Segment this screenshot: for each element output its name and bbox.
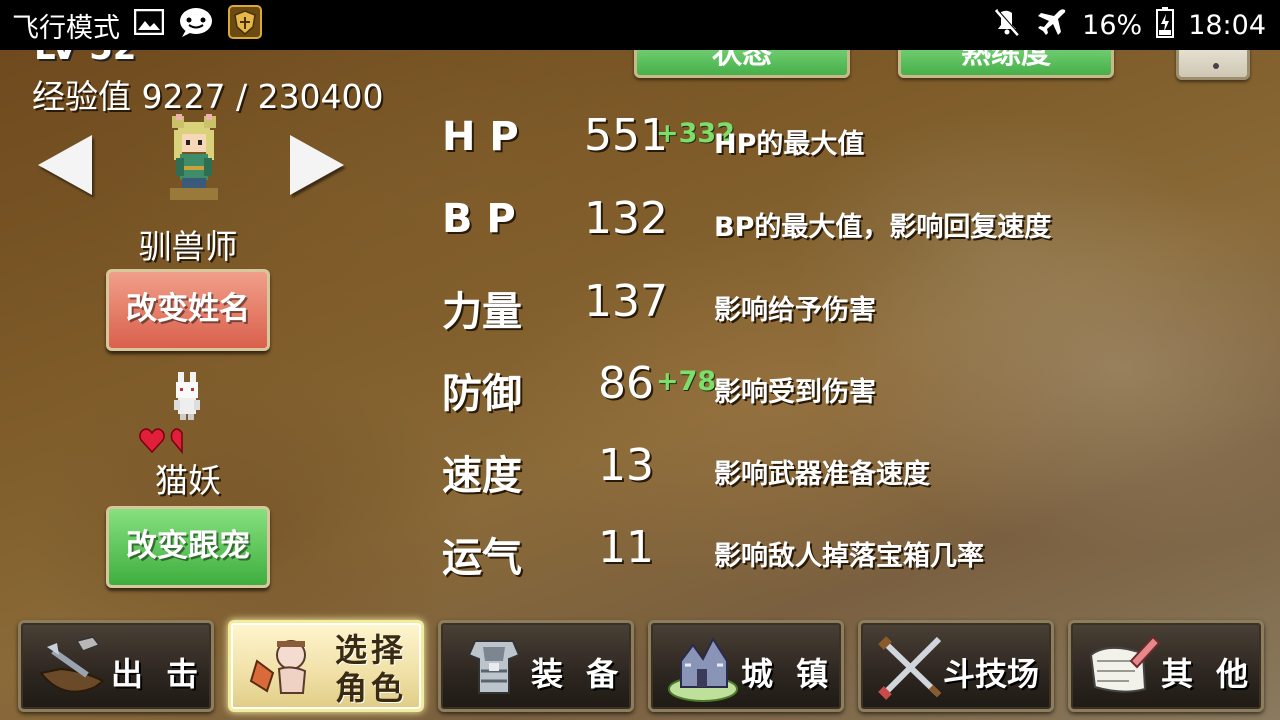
next-character-arrow[interactable] (290, 135, 344, 195)
select-character-icon (249, 640, 307, 694)
nav-town-button[interactable]: 城 镇 (648, 620, 844, 712)
stat-value-defense: 86 (598, 358, 654, 409)
nav-select-character-label: 选择 角色 (334, 631, 407, 707)
stat-value-hp: 551 (584, 110, 668, 161)
nav-other-button[interactable]: 其 他 (1068, 620, 1264, 712)
tab-proficiency[interactable]: 熟练度 (898, 50, 1114, 78)
pet-affection-hearts (139, 428, 183, 455)
nav-arena-button[interactable]: 斗技场 (858, 620, 1054, 712)
pet-name: 猫妖 (155, 461, 221, 500)
rename-button[interactable]: 改变姓名 (106, 269, 270, 351)
nav-equipment-button[interactable]: 装 备 (438, 620, 634, 712)
clock: 18:04 (1188, 9, 1266, 41)
nav-town-label: 城 镇 (741, 655, 835, 693)
previous-character-arrow[interactable] (38, 135, 92, 195)
stat-desc-hp: HP的最大值 (714, 129, 865, 160)
character-sprite (170, 114, 218, 200)
nav-arena-label: 斗技场 (943, 655, 1040, 693)
stat-value-bp: 132 (584, 193, 668, 244)
nav-sortie-button[interactable]: 出 击 (18, 620, 214, 712)
sortie-icon (39, 636, 105, 693)
nav-equipment-label: 装 备 (531, 655, 625, 693)
game-screen: LV 52 经验值 9227 / 230400 状态 熟练度 驯兽师 改变姓名 (0, 50, 1280, 720)
stat-value-luck: 11 (598, 522, 654, 573)
more-menu-button[interactable] (1176, 50, 1250, 80)
tab-status[interactable]: 状态 (634, 50, 850, 78)
stat-desc-bp: BP的最大值，影响回复速度 (714, 212, 1052, 243)
stat-desc-strength: 影响给予伤害 (714, 295, 876, 326)
nav-other-label: 其 他 (1161, 655, 1255, 693)
other-icon (1089, 635, 1161, 693)
shield-app-icon (228, 4, 262, 46)
pet-sprite (174, 372, 200, 420)
battery-percent: 16% (1082, 9, 1143, 41)
stat-value-speed: 13 (598, 440, 654, 491)
stat-desc-speed: 影响武器准备速度 (714, 459, 930, 490)
stat-desc-defense: 影响受到伤害 (714, 377, 876, 408)
stat-desc-luck: 影响敌人掉落宝箱几率 (714, 541, 984, 572)
level-label: LV 52 (34, 50, 136, 68)
stat-value-strength: 137 (584, 276, 668, 327)
stat-bonus-defense: +78 (656, 366, 717, 397)
battery-icon (1156, 6, 1175, 45)
airplane-mode-text: 飞行模式 (12, 12, 120, 44)
airplane-icon (1036, 7, 1068, 44)
nav-select-character-button[interactable]: 选择 角色 (228, 620, 424, 712)
image-icon (133, 8, 165, 42)
chat-bubble-icon (178, 6, 214, 45)
town-icon (668, 636, 738, 702)
more-dots-icon (1213, 63, 1219, 69)
equipment-icon (467, 640, 521, 694)
change-pet-button[interactable]: 改变跟宠 (106, 506, 270, 588)
nav-sortie-label: 出 击 (111, 655, 205, 693)
character-class-name: 驯兽师 (138, 227, 238, 266)
status-bar: 飞行模式 16% 18:04 (0, 0, 1280, 50)
mute-icon (992, 7, 1022, 44)
